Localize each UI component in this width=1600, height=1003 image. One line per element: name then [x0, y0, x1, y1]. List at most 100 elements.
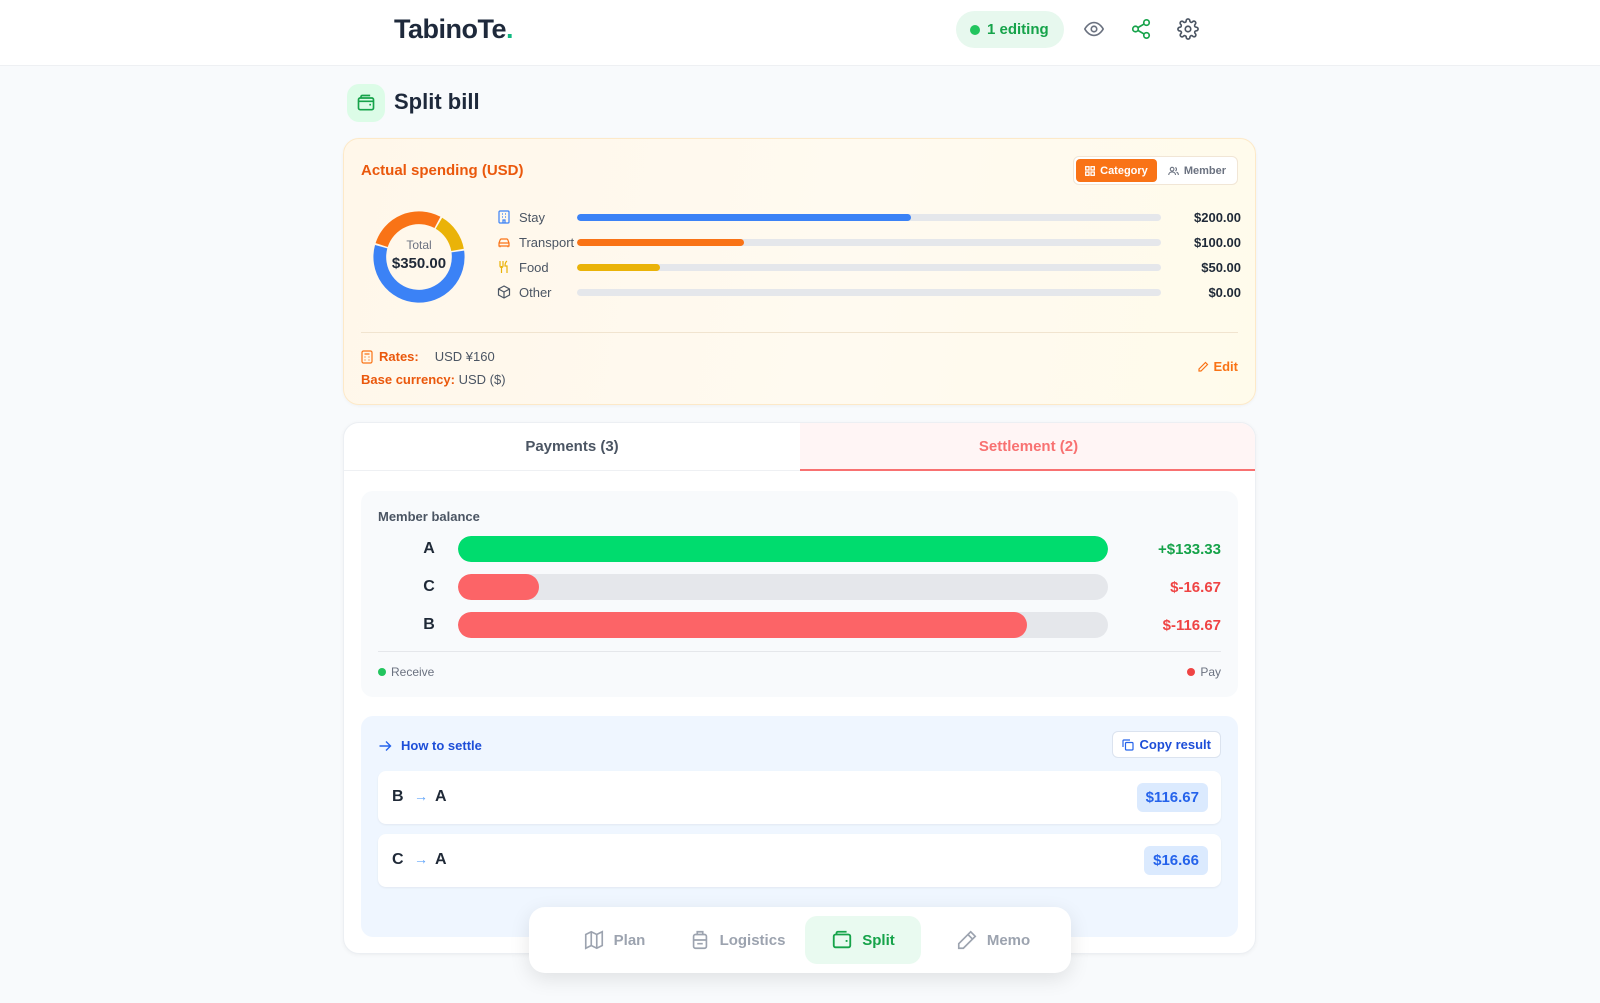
rates-label: Rates: [379, 349, 419, 364]
member-name: C [423, 578, 435, 595]
balance-row: B $-116.67 [361, 612, 1238, 638]
pay-dot [1187, 668, 1196, 676]
settlement-transaction: B → A $116.67 [378, 771, 1221, 824]
category-name: Other [519, 285, 552, 300]
tab-payments[interactable]: Payments (3) [344, 423, 800, 471]
pencil-icon [957, 930, 977, 950]
copy-result-button[interactable]: Copy result [1112, 731, 1221, 758]
balance-amount: $-116.67 [1162, 617, 1221, 634]
category-row-stay: Stay $200.00 [497, 207, 1241, 227]
rates-value: USD ¥160 [434, 349, 495, 364]
legend-receive: Receive [378, 665, 434, 679]
divider [361, 332, 1238, 333]
base-currency-value: USD ($) [458, 372, 506, 387]
tab-settlement[interactable]: Settlement (2) [800, 423, 1255, 471]
settlement-card: Payments (3) Settlement (2) Member balan… [343, 422, 1256, 954]
balance-bar-track [458, 612, 1108, 638]
live-dot [970, 24, 980, 35]
donut-total-value: $350.00 [391, 255, 447, 272]
category-bar-track [577, 239, 1161, 246]
editing-status-pill[interactable]: 1 editing [956, 11, 1064, 48]
nav-item-memo[interactable]: Memo [943, 916, 1043, 964]
transaction-to: A [435, 788, 447, 805]
calculator-icon [361, 349, 373, 364]
category-amount: $50.00 [1201, 260, 1241, 275]
spending-card: Actual spending (USD) Category Member To… [343, 138, 1256, 405]
transaction-amount: $16.66 [1144, 846, 1208, 875]
editing-label: 1 editing [987, 21, 1049, 38]
member-toggle-label: Member [1183, 164, 1226, 177]
box-icon [497, 285, 511, 299]
transaction-from: B [392, 788, 404, 805]
member-name: B [423, 616, 435, 633]
category-bar-fill [577, 239, 744, 246]
edit-rates-button[interactable]: Edit [1197, 359, 1238, 374]
divider [378, 651, 1221, 652]
car-icon [498, 238, 510, 248]
rates-info: Rates: USD ¥160 [361, 349, 495, 364]
eye-icon[interactable] [1081, 16, 1107, 42]
category-name: Food [519, 260, 549, 275]
donut-total-label: Total [406, 238, 432, 252]
bottom-navigation: Plan Logistics Split Memo [529, 907, 1071, 973]
grid-icon [1085, 165, 1096, 176]
nav-label: Plan [613, 931, 646, 949]
category-amount: $200.00 [1194, 210, 1241, 225]
category-amount: $100.00 [1194, 235, 1241, 250]
balance-row: C $-16.67 [361, 574, 1238, 600]
nav-item-plan[interactable]: Plan [569, 916, 659, 964]
view-toggle: Category Member [1073, 156, 1238, 185]
balance-bar-fill [458, 612, 1027, 638]
legend-pay-label: Pay [1200, 665, 1221, 679]
gear-icon[interactable] [1175, 16, 1201, 42]
transaction-to: A [435, 851, 447, 868]
copy-icon [1122, 738, 1135, 751]
how-to-settle-panel: How to settle Copy result B → A $116.67 … [361, 716, 1238, 937]
category-bar-fill [577, 264, 661, 271]
arrow-right-icon [379, 740, 392, 751]
users-icon [1167, 166, 1179, 175]
arrow-right-icon: → [414, 788, 428, 804]
app-logo[interactable]: TabinoTe. [394, 14, 514, 45]
legend-receive-label: Receive [391, 665, 435, 679]
luggage-icon [692, 930, 707, 950]
nav-item-split[interactable]: Split [805, 916, 921, 964]
category-name: Transport [519, 235, 575, 250]
nav-label: Memo [986, 931, 1031, 949]
receive-dot [378, 668, 386, 676]
nav-label: Split [862, 931, 895, 949]
legend-pay: Pay [1187, 665, 1221, 679]
balance-amount: +$133.33 [1158, 541, 1221, 558]
category-name: Stay [519, 210, 546, 225]
copy-result-label: Copy result [1139, 737, 1211, 752]
transaction-amount: $116.67 [1136, 783, 1208, 812]
base-currency-label: Base currency: [361, 372, 455, 387]
building-icon [498, 210, 510, 224]
base-currency-info: Base currency: USD ($) [361, 372, 506, 387]
transaction-from: C [392, 851, 404, 868]
nav-label: Logistics [719, 931, 786, 949]
map-icon [584, 930, 603, 950]
settlement-transaction: C → A $16.66 [378, 834, 1221, 887]
category-row-transport: Transport $100.00 [497, 232, 1241, 252]
share-icon[interactable] [1128, 16, 1154, 42]
category-amount: $0.00 [1208, 285, 1241, 300]
nav-item-logistics[interactable]: Logistics [677, 916, 797, 964]
member-name: A [423, 540, 435, 557]
utensils-icon [499, 260, 508, 273]
member-toggle-button[interactable]: Member [1159, 159, 1235, 182]
wallet-icon [347, 84, 385, 122]
category-toggle-button[interactable]: Category [1076, 159, 1157, 182]
edit-label: Edit [1213, 359, 1238, 374]
balance-bar-track [458, 536, 1108, 562]
member-balance-title: Member balance [378, 509, 480, 524]
page-title: Split bill [394, 89, 480, 114]
wallet-icon [833, 930, 852, 949]
category-row-other: Other $0.00 [497, 282, 1241, 302]
category-bar-track [577, 264, 1161, 271]
category-bar-track [577, 214, 1161, 221]
spending-title: Actual spending (USD) [361, 162, 524, 179]
balance-bar-track [458, 574, 1108, 600]
how-to-settle-title: How to settle [378, 738, 482, 753]
top-bar: TabinoTe. 1 editing [0, 0, 1600, 66]
